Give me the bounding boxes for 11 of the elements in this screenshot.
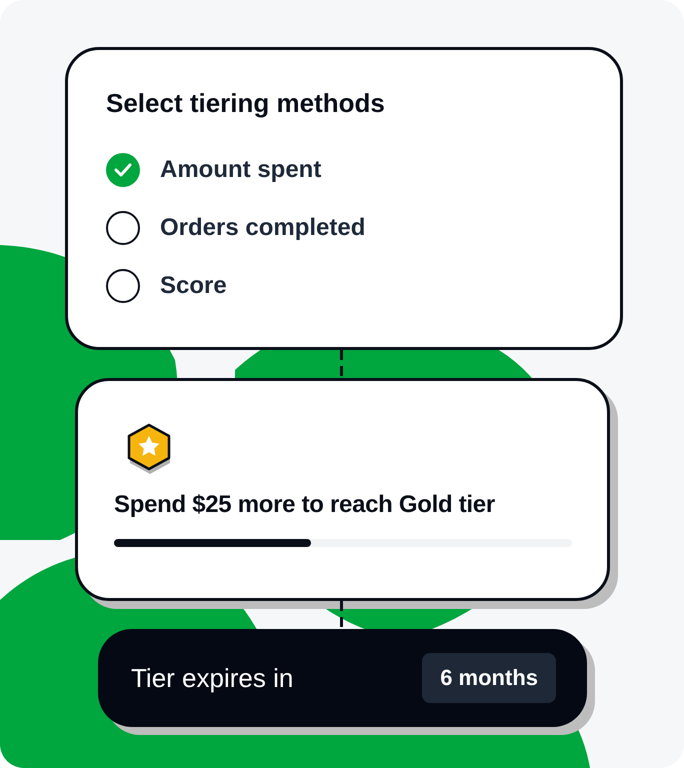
option-label: Score <box>160 272 227 300</box>
option-label: Orders completed <box>160 214 366 242</box>
option-label: Amount spent <box>160 156 322 184</box>
check-icon <box>114 163 132 177</box>
card-title: Select tiering methods <box>106 88 386 119</box>
checkbox[interactable] <box>106 269 140 303</box>
progress-message: Spend $25 more to reach Gold tier <box>114 491 496 519</box>
checkbox[interactable] <box>106 211 140 245</box>
expiry-value: 6 months <box>422 653 556 703</box>
checkbox[interactable] <box>106 153 140 187</box>
expiry-label: Tier expires in <box>131 662 294 694</box>
